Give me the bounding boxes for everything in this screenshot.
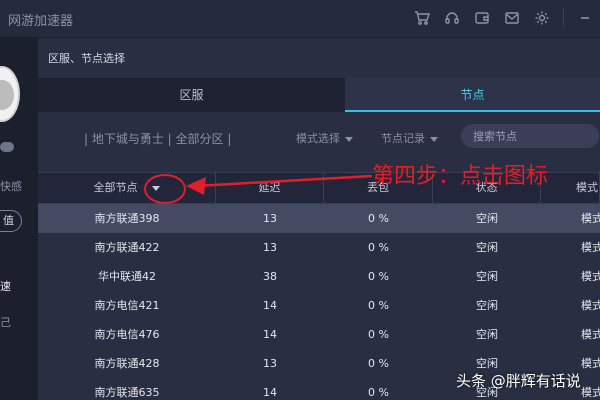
cell-packet-loss: 0 % <box>368 357 389 370</box>
cell-latency: 14 <box>263 386 277 399</box>
cloud-icon <box>0 142 14 152</box>
node-record-dropdown[interactable]: 节点记录 <box>381 130 438 146</box>
annotation-text: 第四步：点击图标 <box>372 164 549 189</box>
cell-packet-loss: 0 % <box>368 241 389 254</box>
cell-latency: 14 <box>263 299 277 312</box>
cell-packet-loss: 0 % <box>368 270 389 283</box>
wallet-icon[interactable] <box>473 9 491 27</box>
chevron-down-icon <box>345 136 353 142</box>
sidebar-item-accelerate[interactable]: 速 <box>0 278 11 294</box>
cell-node-name: 南方电信476 <box>94 328 160 341</box>
cell-packet-loss: 0 % <box>368 328 389 341</box>
panel-title: 区服、节点选择 <box>48 52 125 65</box>
node-selection-panel: 区服、节点选择 区服 节点 | 地下城与勇士 | 全部分区 | 模式选择 节点记… <box>38 38 600 400</box>
avatar[interactable] <box>0 66 20 122</box>
cell-status: 空闲 <box>476 241 498 254</box>
mode-select-label: 模式选择 <box>296 132 340 145</box>
cell-node-name: 南方联通398 <box>94 212 160 225</box>
title-bar-icons <box>413 9 594 27</box>
chevron-down-icon <box>430 136 438 142</box>
cell-status: 空闲 <box>476 328 498 341</box>
header-latency[interactable]: 延迟 <box>216 173 324 203</box>
table-row[interactable]: 南方联通422 13 0 % 空闲 模式 <box>38 233 600 262</box>
cell-mode: 模式 <box>581 328 600 341</box>
cart-icon[interactable] <box>413 9 431 27</box>
table-row[interactable]: 南方电信476 14 0 % 空闲 模式 <box>38 320 600 349</box>
breadcrumb: | 地下城与勇士 | 全部分区 | <box>84 132 232 146</box>
headset-icon[interactable] <box>443 9 461 27</box>
tab-node[interactable]: 节点 <box>345 78 600 112</box>
mail-icon[interactable] <box>503 9 521 27</box>
cell-status: 空闲 <box>476 270 498 283</box>
cell-mode: 模式 <box>581 270 600 283</box>
sidebar-item-self[interactable]: 己 <box>0 314 11 330</box>
header-all-nodes[interactable]: 全部节点 <box>38 173 216 203</box>
cell-latency: 38 <box>263 270 277 283</box>
minimize-icon[interactable] <box>576 9 594 27</box>
cell-latency: 13 <box>263 241 277 254</box>
header-all-nodes-label: 全部节点 <box>93 181 138 194</box>
mode-select-dropdown[interactable]: 模式选择 <box>296 130 353 146</box>
table-row[interactable]: 南方电信421 14 0 % 空闲 模式 <box>38 291 600 320</box>
table-row[interactable]: 南方联通398 13 0 % 空闲 模式 <box>38 204 600 233</box>
node-record-label: 节点记录 <box>381 132 425 145</box>
cell-latency: 13 <box>263 357 277 370</box>
sidebar-text-speed: 快感 <box>0 180 22 193</box>
cell-packet-loss: 0 % <box>368 386 389 399</box>
title-bar: 网游加速器 <box>0 0 600 38</box>
cell-node-name: 南方联通635 <box>94 386 160 399</box>
cell-packet-loss: 0 % <box>368 212 389 225</box>
tab-bar: 区服 节点 <box>38 78 600 112</box>
cell-node-name: 华中联通42 <box>98 270 156 283</box>
app-title: 网游加速器 <box>8 14 74 29</box>
table-row[interactable]: 华中联通42 38 0 % 空闲 模式 <box>38 262 600 291</box>
sidebar-value-button[interactable]: 值 <box>0 210 22 232</box>
tab-region[interactable]: 区服 <box>38 78 345 112</box>
cell-latency: 13 <box>263 212 277 225</box>
gear-icon[interactable] <box>533 9 551 27</box>
cell-status: 空闲 <box>476 299 498 312</box>
filter-bar: | 地下城与勇士 | 全部分区 | 模式选择 节点记录 <box>38 122 600 152</box>
watermark: 头条 @胖辉有话说 <box>456 372 581 390</box>
header-mode[interactable]: 模式 <box>541 173 600 203</box>
cell-mode: 模式 <box>581 241 600 254</box>
cell-node-name: 南方电信421 <box>94 299 160 312</box>
title-bar-divider <box>563 9 564 27</box>
cell-node-name: 南方联通422 <box>94 241 160 254</box>
annotation-circle <box>144 174 186 204</box>
search-input[interactable] <box>461 124 599 148</box>
cell-status: 空闲 <box>476 212 498 225</box>
cell-latency: 14 <box>263 328 277 341</box>
cell-node-name: 南方联通428 <box>94 357 160 370</box>
cell-packet-loss: 0 % <box>368 299 389 312</box>
cell-mode: 模式 <box>581 299 600 312</box>
sidebar: 快感 值 速 己 <box>0 38 38 400</box>
cell-mode: 模式 <box>581 212 600 225</box>
